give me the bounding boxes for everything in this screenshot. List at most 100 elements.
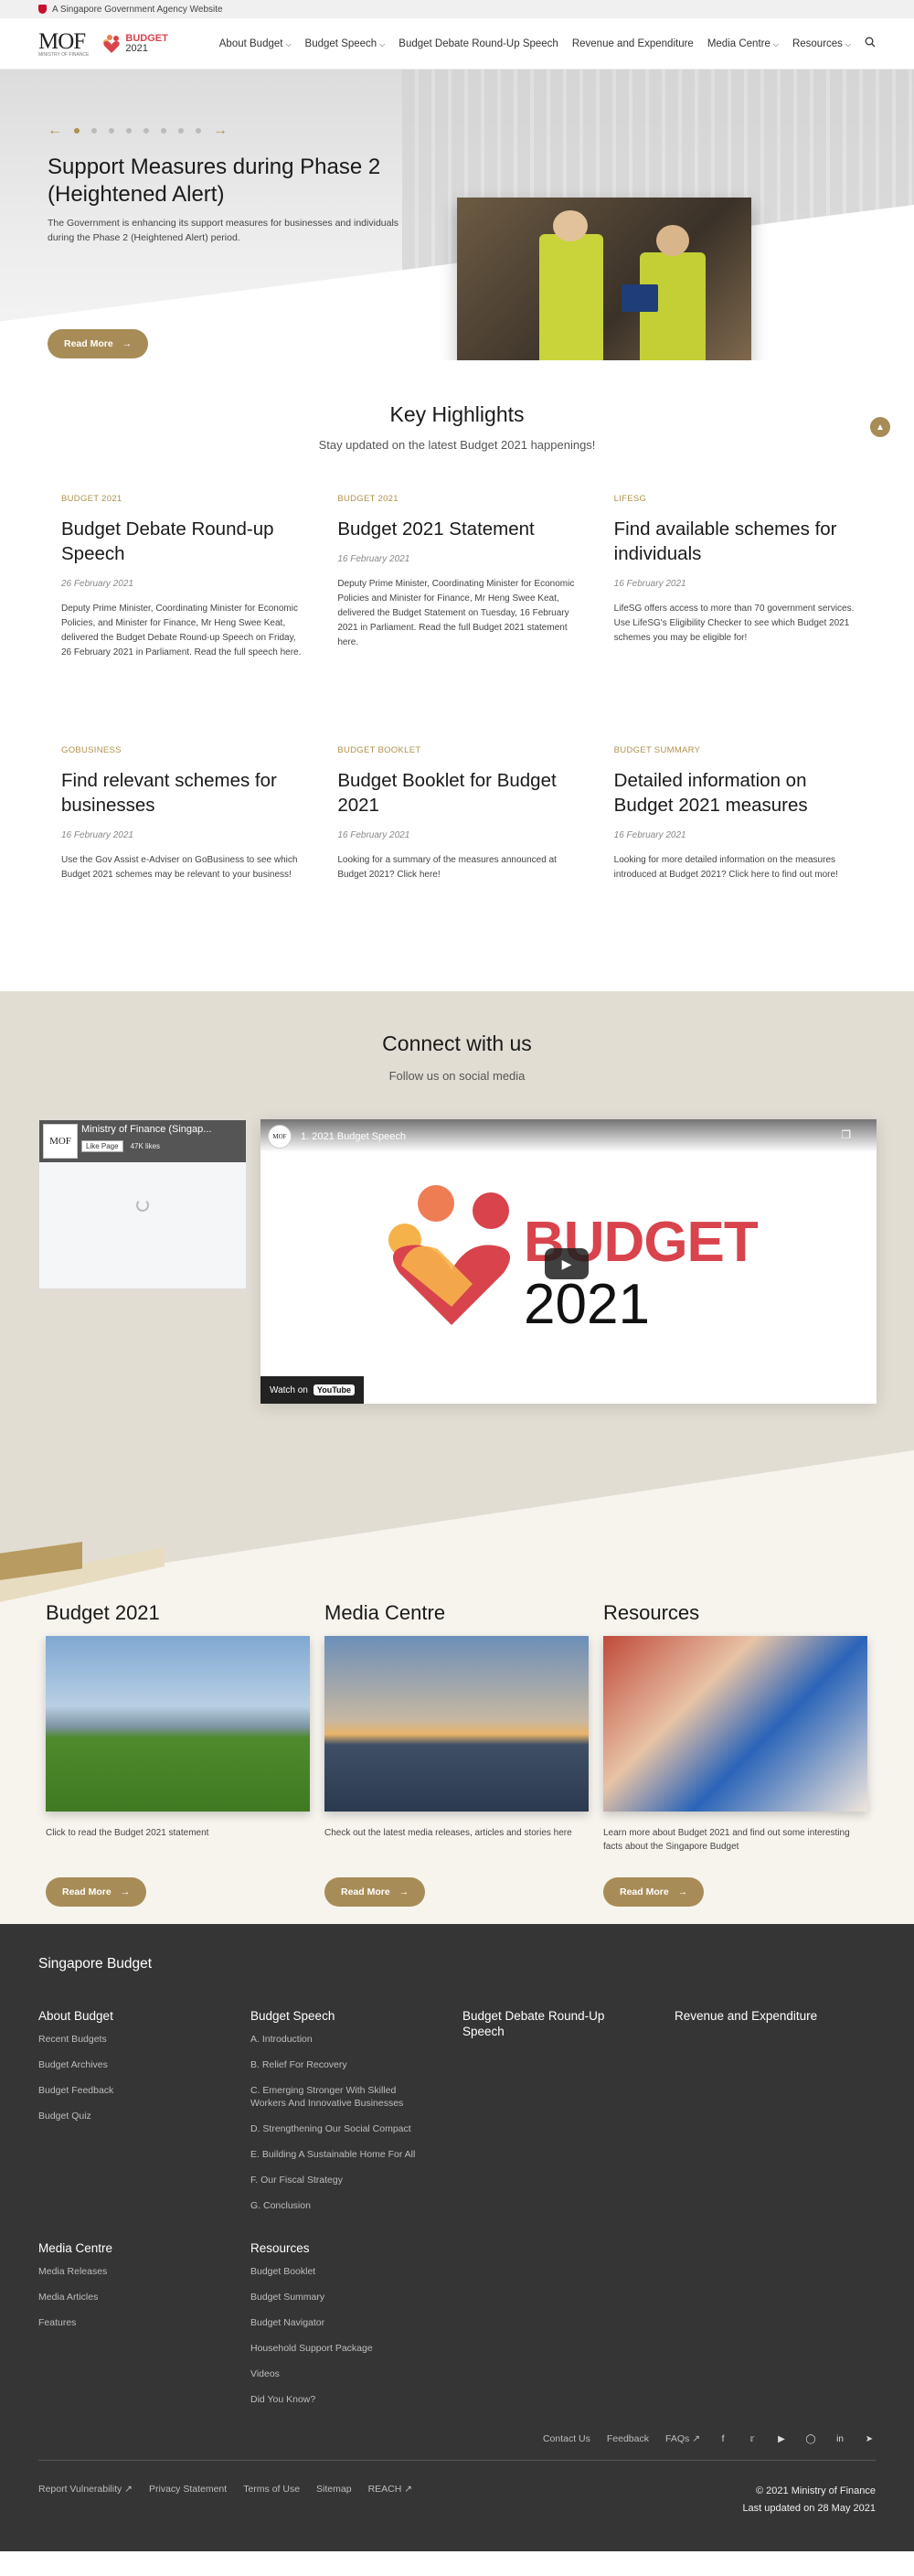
link-label: Report Vulnerability — [38, 2484, 122, 2495]
footer-link[interactable]: C. Emerging Stronger With Skilled Worker… — [250, 2084, 424, 2110]
facebook-like-row: Like Page 47K likes — [81, 1140, 164, 1152]
footer-heading[interactable]: Resources — [250, 2240, 462, 2256]
contact-us-link[interactable]: Contact Us — [543, 2433, 590, 2444]
chevron-down-icon: ⌵ — [772, 39, 779, 48]
nav-resources[interactable]: Resources ⌵ — [792, 38, 851, 49]
footer-heading[interactable]: Budget Speech — [250, 2008, 462, 2024]
budget-2021-logo[interactable]: BUDGET 2021 — [101, 32, 168, 54]
promo-read-more-button[interactable]: Read More → — [46, 1877, 147, 1907]
chevron-down-icon: ⌵ — [845, 39, 851, 48]
footer-link[interactable]: Media Releases — [38, 2265, 250, 2278]
youtube-icon[interactable]: ▶ — [775, 2432, 788, 2445]
youtube-embed[interactable]: MOF 1. 2021 Budget Speech ❐ BUDGET 2021 … — [260, 1119, 877, 1404]
nav-revenue-expenditure[interactable]: Revenue and Expenditure — [572, 38, 694, 49]
carousel-dot[interactable] — [91, 128, 97, 134]
linkedin-icon[interactable]: in — [834, 2432, 846, 2445]
card-date: 26 February 2021 — [61, 579, 133, 589]
video-title[interactable]: 1. 2021 Budget Speech — [301, 1131, 406, 1142]
reach-link[interactable]: REACH ↗ — [368, 2484, 413, 2495]
footer-link[interactable]: F. Our Fiscal Strategy — [250, 2174, 462, 2186]
footer-link[interactable]: Budget Navigator — [250, 2316, 462, 2329]
carousel-dot[interactable] — [161, 128, 166, 134]
highlight-card[interactable]: BUDGET SUMMARY Detailed information on B… — [614, 745, 859, 997]
facebook-like-button[interactable]: Like Page — [81, 1140, 123, 1152]
terms-of-use-link[interactable]: Terms of Use — [243, 2484, 300, 2495]
footer-link[interactable]: Budget Booklet — [250, 2265, 462, 2278]
footer-link[interactable]: Features — [38, 2316, 250, 2329]
footer-link[interactable]: Budget Feedback — [38, 2084, 250, 2097]
card-title[interactable]: Detailed information on Budget 2021 meas… — [614, 768, 859, 818]
arrow-left-icon[interactable]: ← — [48, 123, 62, 139]
footer-link[interactable]: Budget Archives — [38, 2058, 250, 2071]
promo-media-centre: Media Centre Check out the latest media … — [324, 1601, 589, 1907]
mof-logo[interactable]: MOF MINISTRY OF FINANCE — [38, 30, 89, 58]
copy-link-icon[interactable]: ❐ — [841, 1128, 851, 1141]
footer-link[interactable]: Videos — [250, 2368, 462, 2380]
play-icon[interactable]: ▶ — [545, 1248, 589, 1279]
carousel-dot[interactable] — [143, 128, 149, 134]
hero-read-more-button[interactable]: Read More → — [48, 329, 149, 358]
highlight-card[interactable]: LIFESG Find available schemes for indivi… — [614, 494, 859, 745]
lion-head-icon — [38, 5, 47, 14]
promo-read-more-button[interactable]: Read More → — [603, 1877, 705, 1907]
carousel-dot[interactable] — [74, 128, 80, 134]
highlight-card[interactable]: GOBUSINESS Find relevant schemes for bus… — [61, 745, 306, 997]
external-link-icon: ↗ — [404, 2484, 413, 2495]
footer-link[interactable]: Did You Know? — [250, 2393, 462, 2406]
facebook-page-name[interactable]: Ministry of Finance (Singap... — [81, 1124, 211, 1135]
faqs-link[interactable]: FAQs ↗ — [665, 2433, 700, 2444]
nav-about-budget[interactable]: About Budget ⌵ — [219, 38, 292, 49]
back-to-top-button[interactable]: ▲ — [870, 417, 890, 437]
footer-link[interactable]: D. Strengthening Our Social Compact — [250, 2122, 462, 2135]
card-title[interactable]: Budget 2021 Statement — [337, 517, 582, 541]
carousel-dot[interactable] — [196, 128, 201, 134]
nav-budget-speech[interactable]: Budget Speech ⌵ — [305, 38, 386, 49]
footer-link[interactable]: Budget Quiz — [38, 2110, 250, 2122]
channel-avatar[interactable]: MOF — [268, 1125, 292, 1149]
promo-image-children[interactable] — [603, 1636, 867, 1812]
telegram-icon[interactable]: ➤ — [863, 2432, 876, 2445]
footer-heading[interactable]: Budget Debate Round-Up Speech — [462, 2008, 636, 2039]
footer-link[interactable]: Budget Summary — [250, 2291, 462, 2303]
search-icon[interactable] — [865, 37, 876, 50]
promo-image-gardens[interactable] — [46, 1636, 310, 1812]
promo-image-merlion[interactable] — [324, 1636, 589, 1812]
footer-link[interactable]: B. Relief For Recovery — [250, 2058, 462, 2071]
facebook-widget[interactable]: MOF Ministry of Finance (Singap... Like … — [38, 1119, 247, 1289]
arrow-right-icon[interactable]: → — [213, 123, 228, 139]
footer-heading[interactable]: Media Centre — [38, 2240, 250, 2256]
facebook-icon[interactable]: f — [717, 2432, 729, 2445]
highlight-card[interactable]: BUDGET 2021 Budget 2021 Statement 16 Feb… — [337, 494, 582, 745]
report-vulnerability-link[interactable]: Report Vulnerability ↗ — [38, 2484, 133, 2495]
card-title[interactable]: Find relevant schemes for businesses — [61, 768, 306, 818]
carousel-dot[interactable] — [126, 128, 132, 134]
footer-link[interactable]: Media Articles — [38, 2291, 250, 2303]
footer-link[interactable]: Recent Budgets — [38, 2033, 250, 2046]
footer-link[interactable]: E. Building A Sustainable Home For All — [250, 2148, 462, 2161]
card-title[interactable]: Find available schemes for individuals — [614, 517, 859, 566]
highlight-card[interactable]: BUDGET 2021 Budget Debate Round-up Speec… — [61, 494, 306, 745]
footer-heading[interactable]: Revenue and Expenditure — [675, 2008, 887, 2024]
promo-read-more-button[interactable]: Read More → — [324, 1877, 426, 1907]
instagram-icon[interactable]: ◯ — [804, 2432, 817, 2445]
budget-logo-word: BUDGET — [125, 32, 168, 44]
nav-label: Media Centre — [707, 37, 771, 49]
footer-link[interactable]: G. Conclusion — [250, 2199, 462, 2212]
footer-col-revenue: Revenue and Expenditure — [675, 2008, 887, 2225]
nav-media-centre[interactable]: Media Centre ⌵ — [707, 38, 779, 49]
sitemap-link[interactable]: Sitemap — [316, 2484, 352, 2495]
card-title[interactable]: Budget Booklet for Budget 2021 — [337, 768, 582, 818]
nav-debate-roundup[interactable]: Budget Debate Round-Up Speech — [399, 38, 558, 49]
watch-label: Watch on — [270, 1384, 308, 1395]
carousel-dot[interactable] — [109, 128, 114, 134]
highlight-card[interactable]: BUDGET BOOKLET Budget Booklet for Budget… — [337, 745, 582, 997]
watch-on-youtube-button[interactable]: Watch on YouTube — [260, 1376, 365, 1404]
privacy-statement-link[interactable]: Privacy Statement — [149, 2484, 227, 2495]
twitter-icon[interactable]: 𝕣 — [746, 2432, 759, 2445]
feedback-link[interactable]: Feedback — [607, 2433, 649, 2444]
card-title[interactable]: Budget Debate Round-up Speech — [61, 517, 306, 566]
carousel-dot[interactable] — [178, 128, 184, 134]
footer-link[interactable]: Household Support Package — [250, 2342, 462, 2355]
footer-heading[interactable]: About Budget — [38, 2008, 250, 2024]
footer-link[interactable]: A. Introduction — [250, 2033, 462, 2046]
